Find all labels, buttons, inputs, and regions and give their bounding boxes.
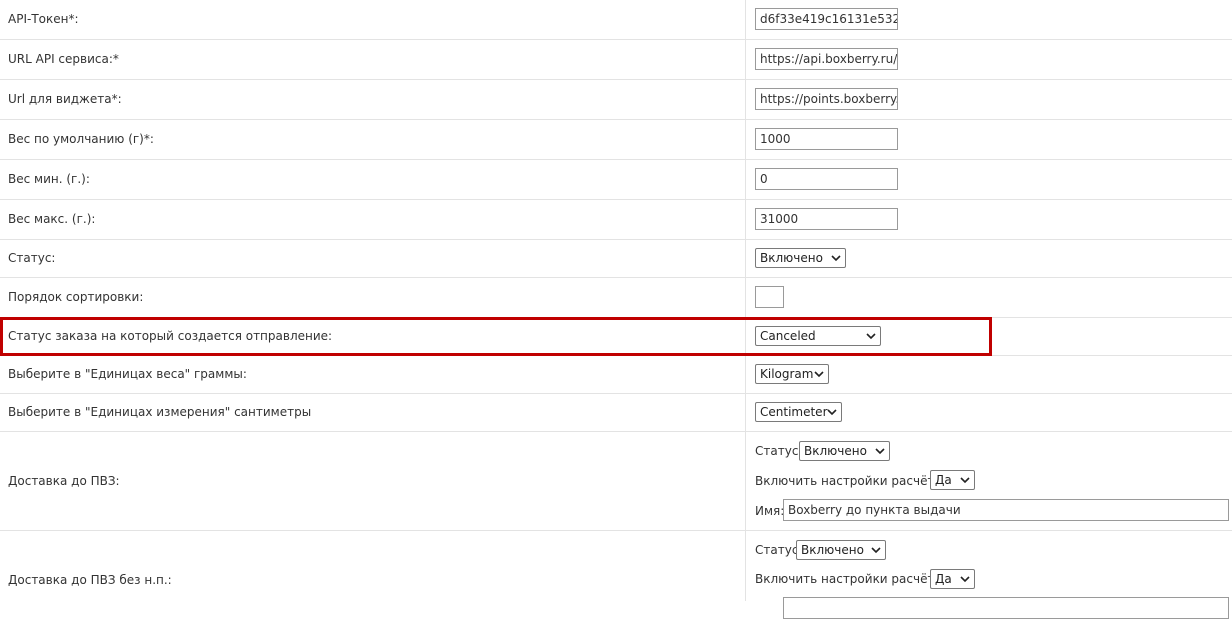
row-pvz-delivery: Доставка до ПВЗ: Статус: Включено Включи… [0,432,1232,531]
status-select-value: Включено [760,251,823,265]
max-weight-label: Вес макс. (г.): [8,212,96,226]
order-status-label: Статус заказа на который создается отпра… [8,329,333,343]
pvz-calc-label: Включить настройки расчёта [755,474,942,488]
default-weight-input[interactable]: 1000 [755,128,898,150]
pvz-delivery-label: Доставка до ПВЗ: [8,474,120,488]
min-weight-input[interactable]: 0 [755,168,898,190]
pvz-name-label: Имя: [755,504,785,518]
pvz-status-select[interactable]: Включено [799,441,890,461]
chevron-down-icon [871,547,881,554]
length-units-label: Выберите в "Единицах измерения" сантимет… [8,405,312,419]
length-units-select-value: Centimeter [760,405,828,419]
widget-url-input[interactable]: https://points.boxberry.de/js/boxberry.j… [755,88,898,110]
widget-url-label: Url для виджета*: [8,92,122,106]
pvz-name-input[interactable]: Boxberry до пункта выдачи [783,499,1229,521]
chevron-down-icon [814,371,824,378]
weight-units-label: Выберите в "Единицах веса" граммы: [8,367,247,381]
row-pvz-delivery-no-np: Доставка до ПВЗ без н.п.: Статус: Включе… [0,531,1232,619]
pvz-status-select-value: Включено [804,444,867,458]
row-length-units: Выберите в "Единицах измерения" сантимет… [0,394,1232,432]
row-max-weight: Вес макс. (г.): 31000 [0,200,1232,240]
weight-units-select[interactable]: Kilogram [755,364,829,384]
api-url-input[interactable]: https://api.boxberry.ru/json.php [755,48,898,70]
api-token-input[interactable]: d6f33e419c16131e53256 [755,8,898,30]
chevron-down-icon [960,477,970,484]
chevron-down-icon [866,333,876,340]
max-weight-input[interactable]: 31000 [755,208,898,230]
row-status: Статус: Включено [0,240,1232,278]
status-label: Статус: [8,251,56,265]
pvz-no-np-status-select[interactable]: Включено [796,540,886,560]
pvz-no-np-status-select-value: Включено [801,543,864,557]
pvz-no-np-label: Доставка до ПВЗ без н.п.: [8,573,172,587]
order-status-select[interactable]: Canceled [755,326,881,346]
status-select[interactable]: Включено [755,248,846,268]
min-weight-label: Вес мин. (г.): [8,172,90,186]
length-units-select[interactable]: Centimeter [755,402,842,422]
order-status-select-value: Canceled [760,329,816,343]
row-api-token: API-Токен*: d6f33e419c16131e53256 [0,0,1232,40]
weight-units-select-value: Kilogram [760,367,814,381]
pvz-status-label: Статус: [755,444,803,458]
pvz-no-np-calc-select-value: Да [935,572,952,586]
row-weight-units: Выберите в "Единицах веса" граммы: Kilog… [0,356,1232,394]
chevron-down-icon [875,448,885,455]
api-token-label: API-Токен*: [8,12,79,26]
default-weight-label: Вес по умолчанию (г)*: [8,132,154,146]
pvz-no-np-calc-label: Включить настройки расчёта [755,572,942,586]
chevron-down-icon [827,409,837,416]
row-default-weight: Вес по умолчанию (г)*: 1000 [0,120,1232,160]
row-api-url: URL API сервиса:* https://api.boxberry.r… [0,40,1232,80]
row-widget-url: Url для виджета*: https://points.boxberr… [0,80,1232,120]
row-order-status: Статус заказа на который создается отпра… [0,318,1232,356]
chevron-down-icon [831,255,841,262]
sort-order-label: Порядок сортировки: [8,290,144,304]
chevron-down-icon [960,576,970,583]
pvz-no-np-calc-select[interactable]: Да [930,569,975,589]
row-min-weight: Вес мин. (г.): 0 [0,160,1232,200]
pvz-calc-select[interactable]: Да [930,470,975,490]
pvz-no-np-name-input[interactable] [783,597,1229,619]
row-sort-order: Порядок сортировки: [0,278,1232,318]
sort-order-input[interactable] [755,286,784,308]
api-url-label: URL API сервиса:* [8,52,119,66]
pvz-calc-select-value: Да [935,473,952,487]
